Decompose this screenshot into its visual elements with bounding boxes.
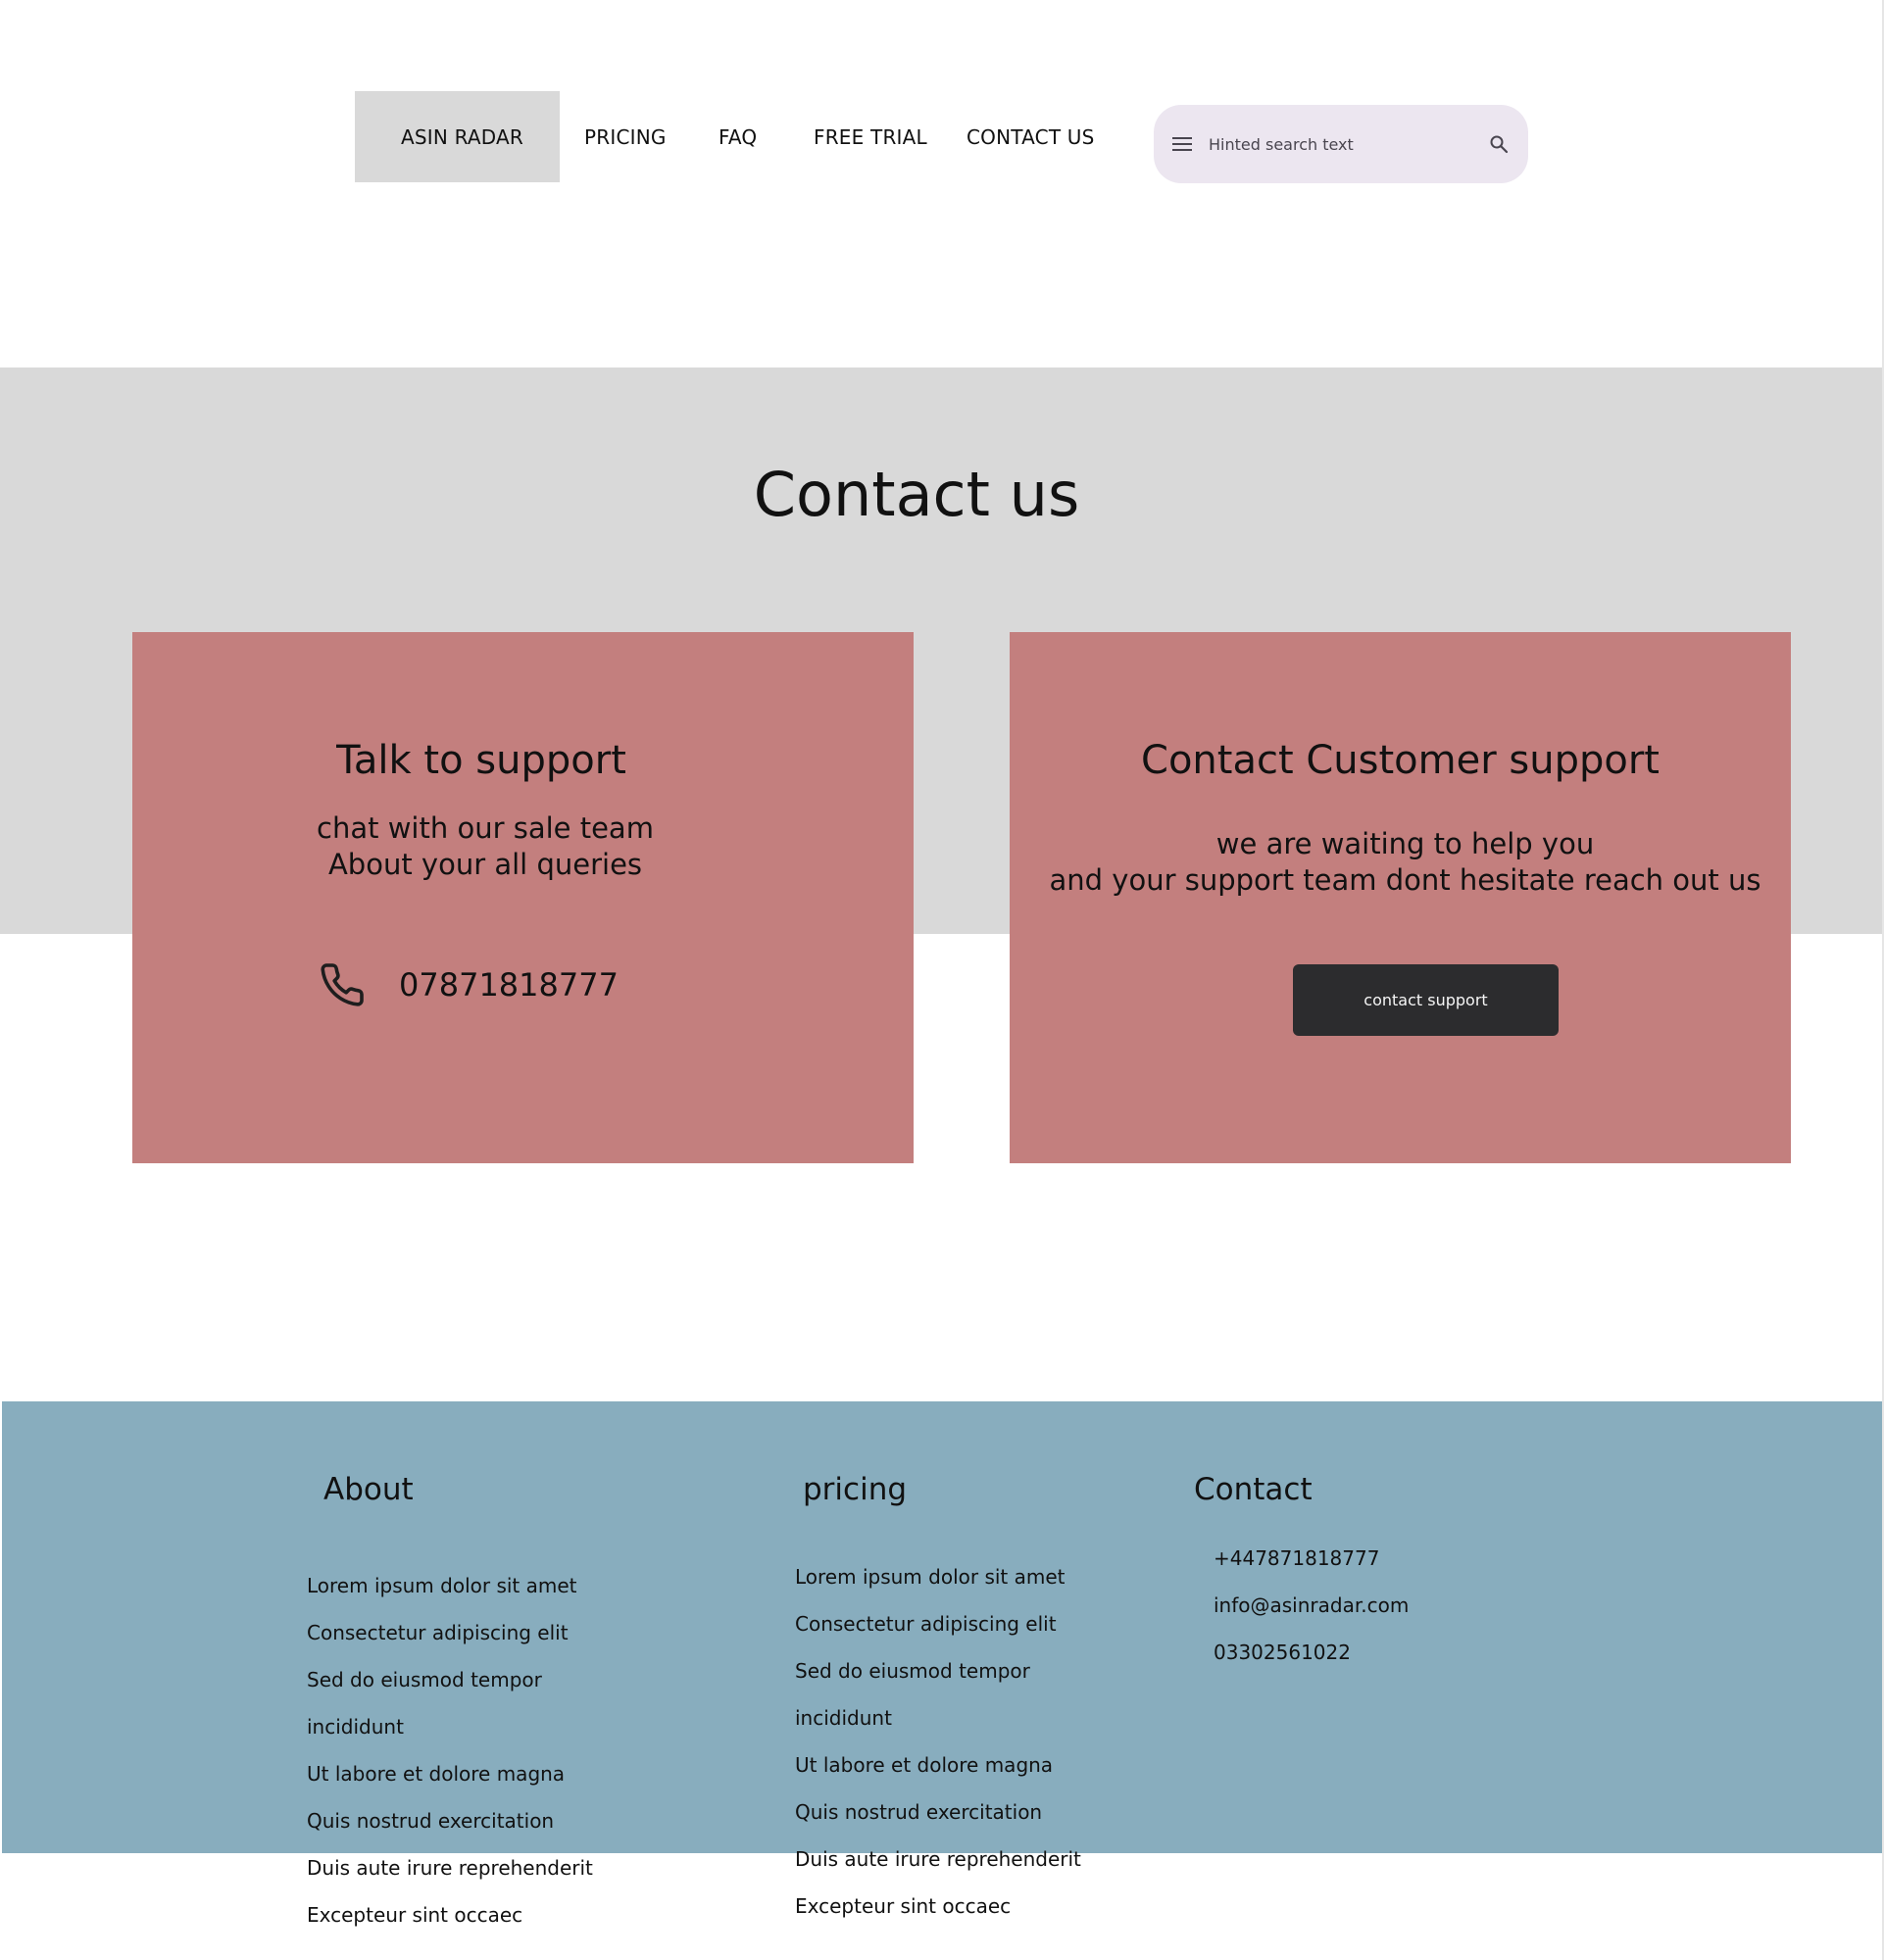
nav-item-faq[interactable]: FAQ [719,125,757,149]
footer-about-line: Ut labore et dolore magna [307,1762,566,1786]
footer-about-heading: About [323,1472,414,1507]
contact-customer-support-card: Contact Customer support we are waiting … [1010,632,1791,1163]
contact-support-button[interactable]: contact support [1293,964,1559,1036]
customer-description-line-1: we are waiting to help you [1215,827,1595,860]
footer: About Lorem ipsum dolor sit amet Consect… [2,1401,1884,1927]
footer-contact-email[interactable]: info@asinradar.com [1214,1593,1409,1641]
phone-icon [319,961,366,1008]
page-title: Contact us [753,459,1080,530]
footer-contact-list: +447871818777 info@asinradar.com 0330256… [1214,1546,1409,1688]
footer-about-line: Duis aute irure reprehenderit [307,1856,593,1880]
footer-pricing-heading: pricing [803,1472,908,1507]
footer-contact-landline[interactable]: 03302561022 [1214,1641,1409,1688]
menu-icon[interactable] [1171,133,1193,155]
footer-contact-heading: Contact [1194,1472,1313,1507]
talk-to-support-title: Talk to support [336,738,626,783]
nav-item-pricing[interactable]: PRICING [584,125,667,149]
search-icon[interactable] [1487,132,1511,156]
customer-support-description: we are waiting to help you and your supp… [1010,826,1791,899]
footer-about-line: Sed do eiusmod tempor [307,1668,542,1691]
footer-contact-phone[interactable]: +447871818777 [1214,1546,1409,1593]
nav-item-asin-radar[interactable]: ASIN RADAR [355,91,560,182]
footer-pricing-line: Duis aute irure reprehenderit [795,1847,1081,1871]
customer-support-title: Contact Customer support [1141,738,1660,783]
footer-pricing-line: Ut labore et dolore magna [795,1753,1054,1777]
footer-pricing-line: Lorem ipsum dolor sit amet [795,1565,1066,1589]
footer-about-line: incididunt [307,1715,404,1739]
search-input[interactable] [1209,134,1487,154]
footer-pricing-line: Consectetur adipiscing elit [795,1612,1057,1636]
phone-number[interactable]: 07871818777 [399,966,619,1004]
nav-item-contact-us[interactable]: CONTACT US [967,125,1095,149]
talk-description-line-1: chat with our sale team [317,811,654,845]
talk-to-support-description: chat with our sale team About your all q… [132,810,838,883]
footer-about-line: Lorem ipsum dolor sit amet [307,1574,577,1597]
footer-pricing-text: Lorem ipsum dolor sit amet Consectetur a… [795,1542,1081,1941]
footer-pricing-line: Quis nostrud exercitation [795,1800,1043,1824]
footer-about-text: Lorem ipsum dolor sit amet Consectetur a… [307,1550,593,1950]
footer-pricing-line: Sed do eiusmod tempor [795,1659,1030,1683]
support-phone[interactable]: 07871818777 [319,961,619,1008]
footer-about-line: Consectetur adipiscing elit [307,1621,569,1644]
footer-pricing-line: Excepteur sint occaec [795,1894,1012,1918]
footer-pricing-line: incididunt [795,1706,892,1730]
nav-item-free-trial[interactable]: FREE TRIAL [814,125,927,149]
footer-about-line: Quis nostrud exercitation [307,1809,555,1833]
customer-description-line-2: and your support team dont hesitate reac… [1049,863,1761,897]
talk-description-line-2: About your all queries [327,848,643,881]
talk-to-support-card: Talk to support chat with our sale team … [132,632,914,1163]
search-bar [1154,105,1528,183]
footer-about-line: Excepteur sint occaec [307,1903,523,1927]
